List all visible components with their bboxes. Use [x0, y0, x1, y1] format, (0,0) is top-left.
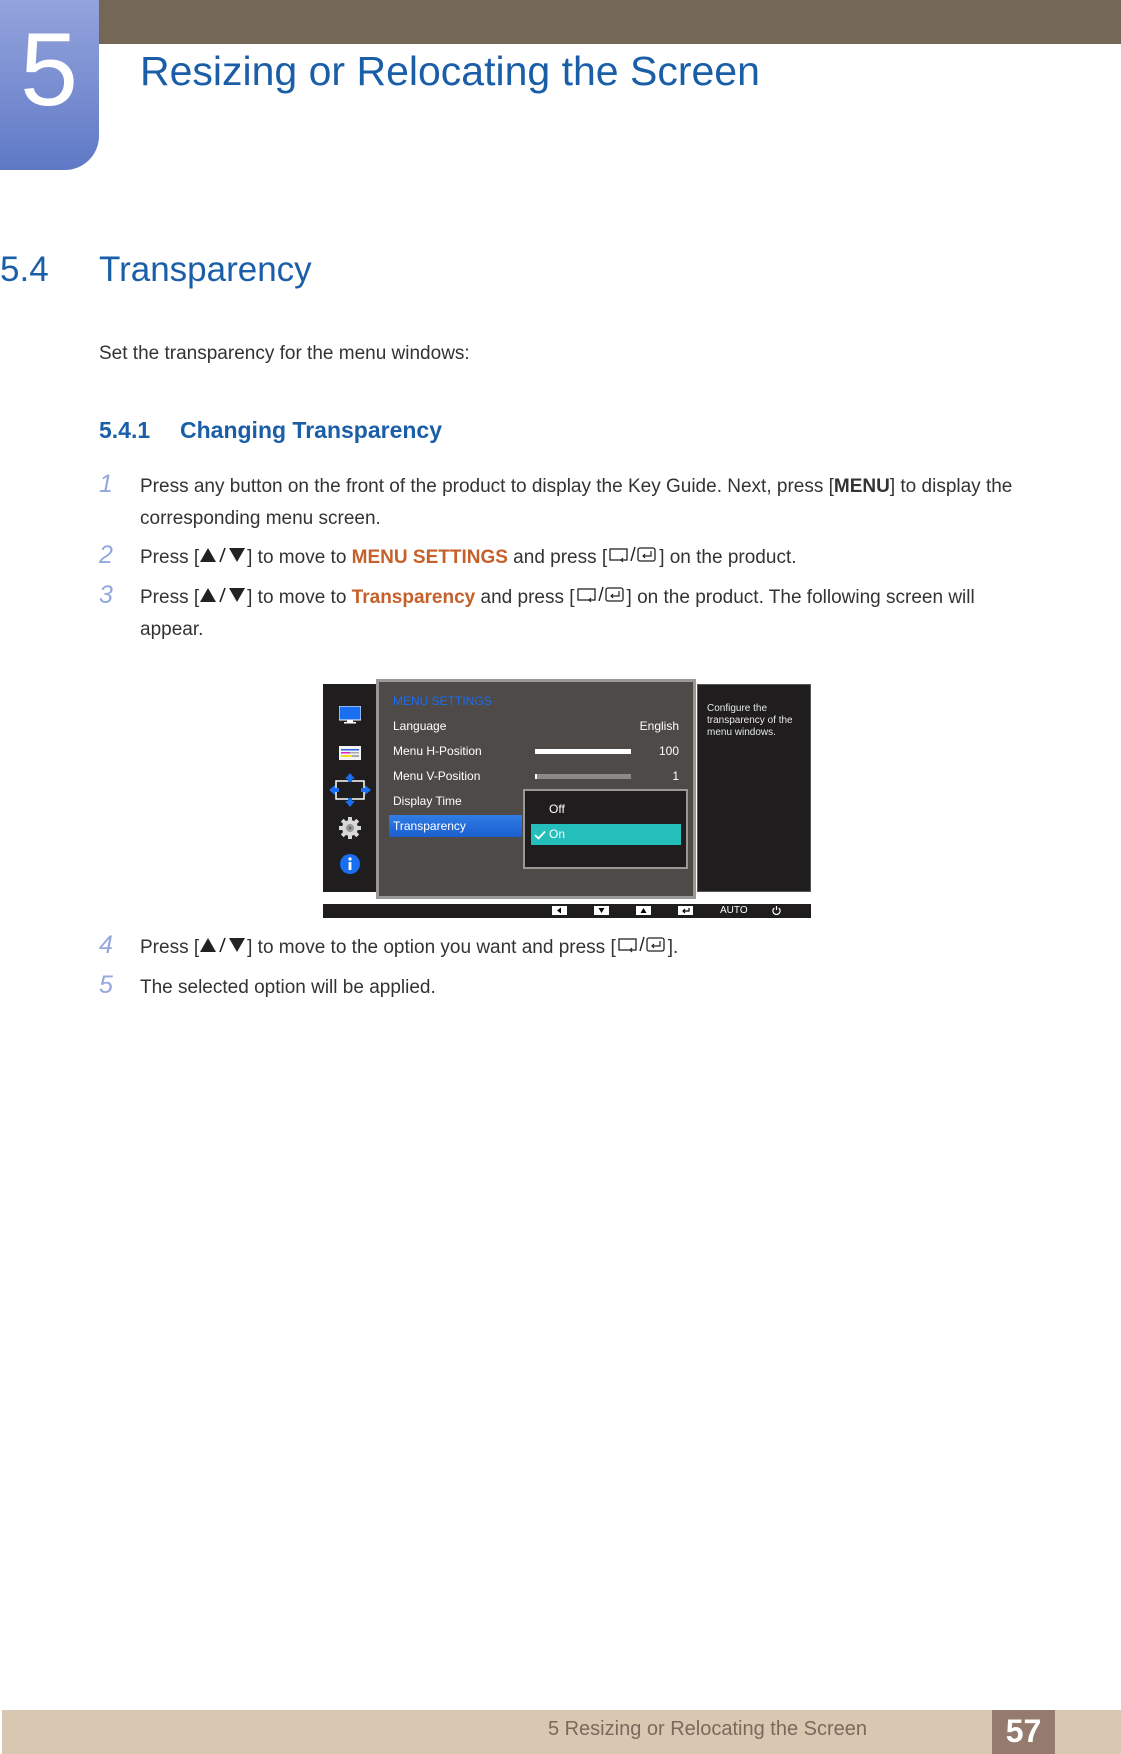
osd-row-menu-v-position[interactable]: Menu V-Position — [393, 769, 480, 783]
power-key-icon[interactable] — [771, 905, 782, 921]
section-number: 5.4 — [0, 250, 49, 289]
auto-key-label[interactable]: AUTO — [720, 904, 748, 918]
information-icon — [340, 854, 360, 879]
page-number: 57 — [1005, 1713, 1042, 1749]
enter-key-icon[interactable] — [678, 906, 693, 915]
menu-key-label: MENU — [833, 476, 890, 497]
osd-menu-title: MENU SETTINGS — [393, 694, 492, 708]
setup-gear-icon — [339, 817, 361, 844]
step-text-part: ] to move to the option you want and pre… — [247, 937, 616, 959]
chapter-title: Resizing or Relocating the Screen — [140, 48, 760, 94]
osd-slider-fill — [535, 749, 631, 754]
step-number: 3 — [99, 581, 113, 609]
step-number: 1 — [99, 470, 113, 498]
subsection-number: 5.4.1 — [99, 417, 151, 443]
up-key-icon[interactable] — [636, 906, 651, 915]
osd-row-transparency[interactable]: Transparency — [393, 819, 466, 833]
step-text: Press [ ] to move to Transparency and pre… — [140, 582, 1040, 646]
checkmark-icon — [534, 824, 546, 852]
left-key-icon[interactable] — [552, 906, 567, 915]
osd-slider-fill — [535, 774, 537, 779]
source-enter-icon — [575, 582, 627, 614]
osd-slider-h-position[interactable] — [535, 749, 631, 754]
up-down-arrow-icon — [199, 542, 247, 574]
option-label: On — [549, 827, 566, 841]
source-enter-icon — [607, 542, 659, 574]
step-text-part: Press [ — [140, 587, 200, 609]
step-text-part: Press [ — [140, 937, 200, 959]
osd-option-off[interactable]: Off — [531, 799, 681, 820]
step-number: 4 — [99, 931, 113, 959]
osd-row-display-time[interactable]: Display Time — [393, 794, 462, 808]
osd-row-menu-h-position[interactable]: Menu H-Position — [393, 744, 482, 758]
osd-key-guide-bar: AUTO — [323, 904, 811, 918]
highlight-transparency: Transparency — [351, 587, 476, 609]
osd-help-panel: Configure the transparency of the menu w… — [697, 684, 811, 892]
step-text-part: and press [ — [507, 547, 608, 569]
osd-transparency-dropdown: Off On — [523, 789, 688, 869]
osd-icon-column — [323, 684, 376, 892]
osd-slider-v-position[interactable] — [535, 774, 631, 779]
up-down-arrow-icon — [199, 582, 247, 614]
step-text-part: Press [ — [140, 547, 200, 569]
step-text: Press [ ] to move to MENU SETTINGS and pr… — [140, 542, 1040, 574]
subsection-title: Changing Transparency — [180, 417, 443, 443]
section-intro: Set the transparency for the menu window… — [99, 343, 470, 364]
up-down-arrow-icon — [199, 932, 247, 964]
option-label: Off — [549, 802, 565, 816]
down-key-icon[interactable] — [594, 906, 609, 915]
source-enter-icon — [616, 932, 668, 964]
picture-icon — [338, 705, 362, 729]
step-text: Press [ ] to move to the option you want … — [140, 932, 1040, 964]
osd-value-language: English — [639, 719, 679, 733]
step-text: Press any button on the front of the pro… — [140, 471, 1040, 535]
step-text-part: ] on the product. — [659, 547, 797, 569]
osd-value-v-position: 1 — [672, 769, 679, 783]
size-position-icon — [329, 772, 371, 813]
step-text-part: ] to move to — [247, 547, 352, 569]
osd-help-text: Configure the transparency of the menu w… — [707, 703, 793, 738]
footer-chapter-title: 5 Resizing or Relocating the Screen — [547, 1718, 867, 1740]
step-text-part: and press [ — [475, 587, 575, 609]
step-text-part: ]. — [667, 937, 679, 959]
step-text-part: ] to move to — [247, 587, 352, 609]
step-text-part: The selected option will be applied. — [140, 977, 436, 998]
osd-option-on[interactable]: On — [531, 824, 681, 845]
osd-menu-screenshot: MENU SETTINGS Language English Menu H-Po… — [323, 679, 811, 918]
osd-value-h-position: 100 — [658, 744, 679, 758]
step-number: 2 — [99, 541, 113, 569]
color-icon — [339, 746, 361, 765]
step-text: The selected option will be applied. — [140, 972, 1040, 1004]
step-number: 5 — [99, 971, 113, 999]
section-title: Transparency — [99, 250, 312, 289]
step-text-part: Press any button on the front of the pro… — [140, 476, 834, 497]
chapter-number: 5 — [20, 12, 78, 128]
osd-main-panel: MENU SETTINGS Language English Menu H-Po… — [376, 679, 696, 899]
header-bar — [0, 0, 1121, 44]
highlight-menu-settings: MENU SETTINGS — [351, 547, 508, 569]
osd-row-language[interactable]: Language — [393, 719, 446, 733]
